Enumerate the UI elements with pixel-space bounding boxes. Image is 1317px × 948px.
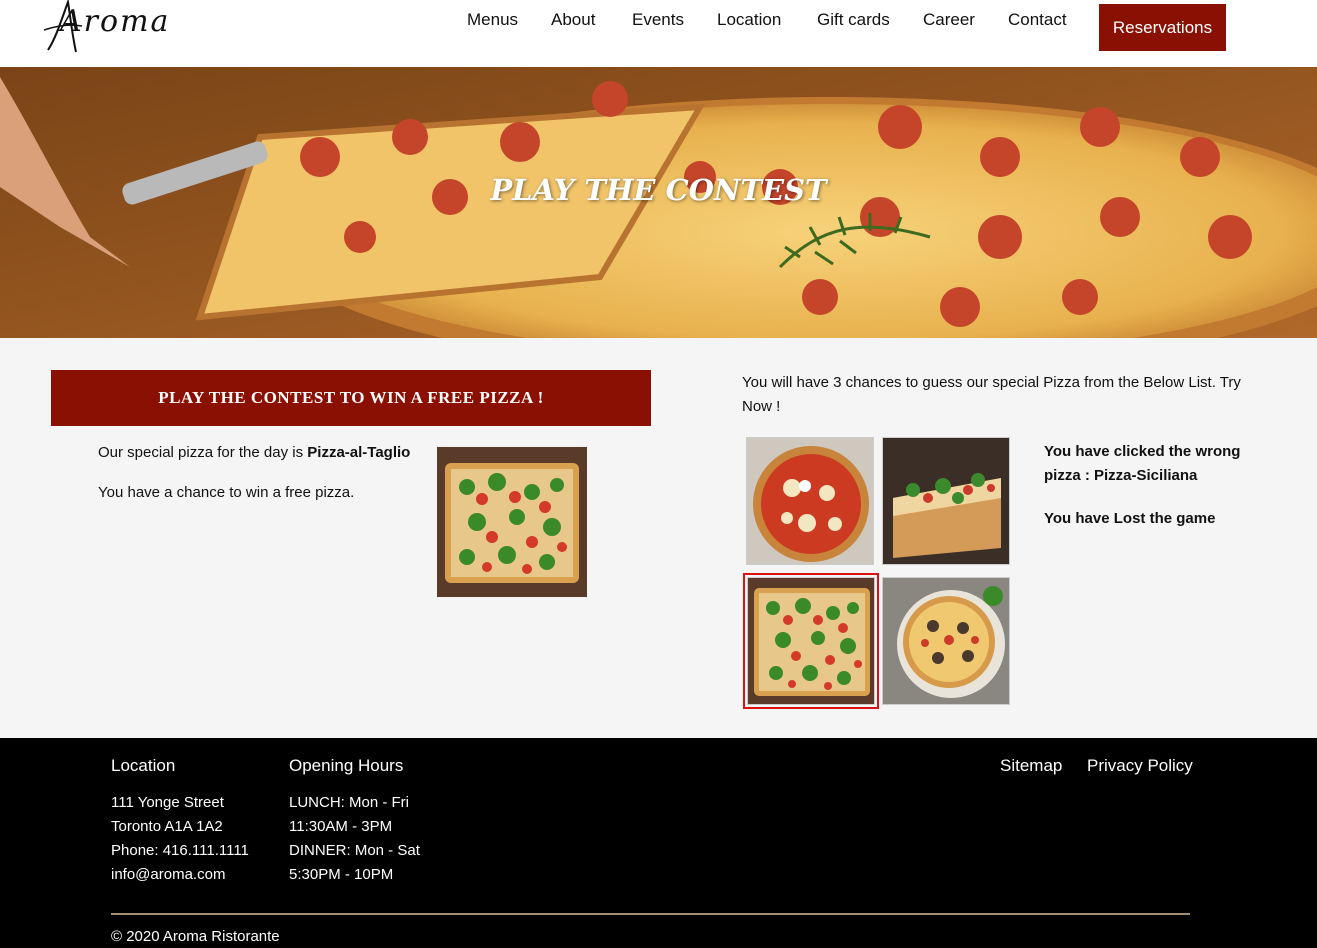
special-pizza-name: Pizza-al-Taglio: [307, 444, 411, 461]
nav-menus[interactable]: Menus: [467, 10, 518, 30]
footer-hours-line: DINNER: Mon - Sat: [289, 842, 420, 859]
mushroom-pizza-image: [883, 578, 1009, 704]
footer-hours-title: Opening Hours: [289, 756, 404, 775]
footer-address-line: 111 Yonge Street: [111, 794, 224, 811]
footer-copyright: © 2020 Aroma Ristorante: [111, 928, 280, 945]
game-lost-message: You have Lost the game: [1044, 510, 1216, 527]
special-pizza-image: [437, 447, 587, 597]
logo-text: Aroma: [60, 4, 171, 39]
stuffed-pizza-slice-image: [883, 438, 1009, 564]
nav-gift-cards[interactable]: Gift cards: [817, 10, 890, 30]
nav-location[interactable]: Location: [717, 10, 781, 30]
special-pizza-text: Our special pizza for the day is Pizza-a…: [98, 444, 410, 461]
footer-hours-line: LUNCH: Mon - Fri: [289, 794, 410, 811]
aroma-logo[interactable]: Aroma: [42, 0, 168, 58]
chance-text: You have a chance to win a free pizza.: [98, 484, 355, 501]
contest-banner: PLAY THE CONTEST TO WIN A FREE PIZZA !: [51, 370, 651, 426]
hero-banner: PLAY THE CONTEST: [0, 67, 1317, 338]
nav-events[interactable]: Events: [632, 10, 684, 30]
footer-hours-line: 11:30AM - 3PM: [289, 818, 393, 835]
site-footer: Location 111 Yonge Street Toronto A1A 1A…: [0, 738, 1317, 948]
pizza-choice-siciliana[interactable]: [882, 437, 1010, 565]
footer-privacy-link[interactable]: Privacy Policy: [1087, 756, 1193, 776]
pizza-choice-mushroom[interactable]: [882, 577, 1010, 705]
site-header: Aroma Menus About Events Location Gift c…: [0, 0, 1317, 67]
pizza-choice-al-taglio[interactable]: [743, 573, 879, 709]
tomato-arugula-pizza-image: [748, 578, 874, 704]
footer-location-title: Location: [111, 756, 176, 775]
special-prefix: Our special pizza for the day is: [98, 444, 308, 461]
footer-phone[interactable]: Phone: 416.111.1111: [111, 842, 249, 859]
hero-title: PLAY THE CONTEST: [490, 173, 827, 207]
footer-divider: [111, 913, 1190, 915]
footer-city-line: Toronto A1A 1A2: [111, 818, 223, 835]
footer-sitemap-link[interactable]: Sitemap: [1000, 756, 1062, 776]
margherita-pizza-image: [747, 438, 873, 564]
pizza-choice-margherita[interactable]: [746, 437, 874, 565]
nav-career[interactable]: Career: [923, 10, 975, 30]
footer-email[interactable]: info@aroma.com: [111, 866, 225, 883]
reservations-button[interactable]: Reservations: [1099, 4, 1226, 51]
footer-hours-line: 5:30PM - 10PM: [289, 866, 394, 883]
nav-about[interactable]: About: [551, 10, 595, 30]
game-instructions: You will have 3 chances to guess our spe…: [742, 374, 1241, 415]
wrong-pizza-message: You have clicked the wrong pizza : Pizza…: [1044, 443, 1241, 484]
nav-contact[interactable]: Contact: [1008, 10, 1067, 30]
